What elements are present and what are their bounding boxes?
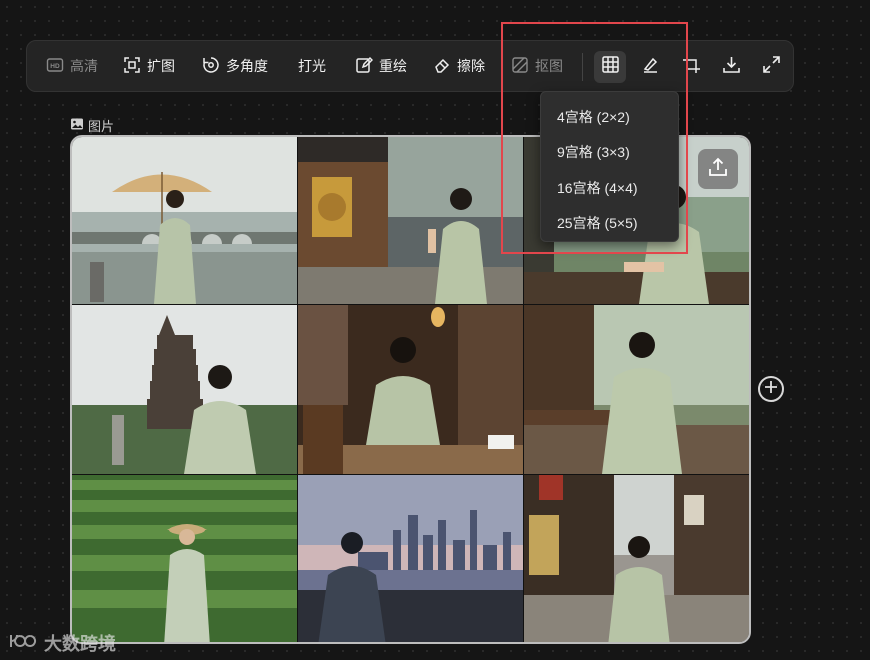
watermark-text: 大数跨境 [44, 634, 116, 654]
relight-button[interactable]: 打光 [298, 41, 326, 91]
grid-tile-6 [524, 305, 749, 474]
grid-tile-2 [298, 137, 523, 304]
upload-button[interactable] [698, 149, 738, 189]
image-toolbar: HD 高清 扩图 多角度 打光 重绘 擦除 抠图 [26, 40, 794, 92]
grid-tile-8 [298, 475, 523, 642]
crop-icon [682, 55, 701, 79]
fullscreen-button[interactable] [755, 51, 787, 83]
cutout-button[interactable]: 抠图 [511, 41, 563, 91]
fullscreen-icon [762, 55, 781, 79]
crop-button[interactable] [675, 51, 707, 83]
grid-tile-4 [72, 305, 297, 474]
hd-icon: HD [46, 56, 64, 77]
grid-icon [601, 55, 620, 79]
grid-option-2x2[interactable]: 4宫格 (2×2) [557, 107, 630, 127]
add-image-button[interactable] [758, 376, 784, 402]
svg-text:HD: HD [50, 63, 60, 70]
grid-option-5x5[interactable]: 25宫格 (5×5) [557, 213, 638, 233]
edit-icon [355, 56, 374, 77]
brush-button[interactable] [634, 51, 666, 83]
multi-angle-label: 多角度 [226, 58, 268, 74]
grid-option-3x3[interactable]: 9宫格 (3×3) [557, 142, 630, 162]
image-label: 图片 [70, 116, 114, 135]
grid-dropdown-menu: 4宫格 (2×2) 9宫格 (3×3) 16宫格 (4×4) 25宫格 (5×5… [540, 91, 679, 242]
image-label-text: 图片 [88, 119, 115, 134]
redraw-label: 重绘 [379, 58, 407, 74]
grid-tile-5 [298, 305, 523, 474]
upload-icon [707, 156, 729, 183]
grid-tile-9 [524, 475, 749, 642]
rotate-icon [202, 56, 220, 77]
redraw-button[interactable]: 重绘 [355, 41, 407, 91]
erase-button[interactable]: 擦除 [433, 41, 485, 91]
expand-button[interactable]: 扩图 [123, 41, 175, 91]
expand-label: 扩图 [147, 58, 175, 74]
hd-button[interactable]: HD 高清 [46, 41, 98, 91]
cutout-label: 抠图 [535, 58, 563, 74]
multi-angle-button[interactable]: 多角度 [202, 41, 268, 91]
download-button[interactable] [715, 51, 747, 83]
image-icon [70, 117, 84, 134]
watermark-logo-icon [8, 631, 38, 656]
grid-button[interactable] [594, 51, 626, 83]
grid-tile-7 [72, 475, 297, 642]
watermark: 大数跨境 [8, 630, 116, 656]
download-icon [722, 55, 741, 79]
erase-label: 擦除 [457, 58, 485, 74]
cutout-icon [511, 56, 529, 77]
eraser-icon [433, 56, 451, 77]
grid-option-4x4[interactable]: 16宫格 (4×4) [557, 178, 638, 198]
expand-icon [123, 56, 141, 77]
grid-tile-1 [72, 137, 297, 304]
toolbar-divider [582, 53, 583, 81]
brush-icon [641, 55, 660, 79]
plus-circle-icon [764, 380, 778, 399]
hd-label: 高清 [70, 58, 98, 74]
relight-label: 打光 [298, 58, 326, 74]
